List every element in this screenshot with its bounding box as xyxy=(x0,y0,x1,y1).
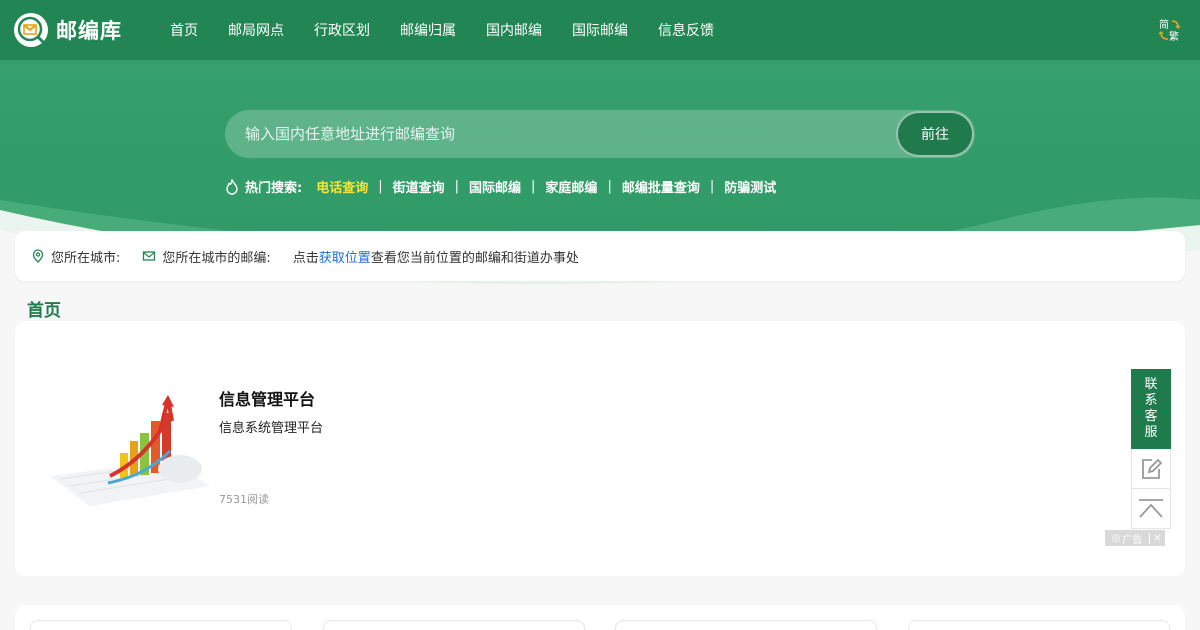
service-char: 系 xyxy=(1144,393,1158,408)
zip-label: 您所在城市的邮编: xyxy=(162,250,271,266)
nav-item-feedback[interactable]: 信息反馈 xyxy=(658,20,714,40)
hot-search-label: 热门搜索: xyxy=(245,181,303,196)
article-card[interactable]: 信息管理平台 信息系统管理平台 7531阅读 ◎ 广告 ✕ xyxy=(15,321,1185,576)
back-to-top-icon xyxy=(1139,498,1163,518)
hot-link-home[interactable]: 家庭邮编 xyxy=(545,177,597,196)
article-thumbnail[interactable] xyxy=(50,391,210,506)
language-toggle-icon[interactable]: 简 繁 xyxy=(1158,18,1182,43)
bar-chart-arrow-image xyxy=(50,395,210,506)
bottom-card[interactable] xyxy=(323,620,585,630)
hot-link-phone[interactable]: 电话查询 xyxy=(316,177,368,196)
ad-label-text: 广告 xyxy=(1122,534,1143,546)
ad-close-icon[interactable]: ✕ xyxy=(1149,532,1165,544)
back-to-top-button[interactable] xyxy=(1131,489,1171,529)
logo[interactable]: 邮编库 xyxy=(14,13,122,47)
city-label: 您所在城市: xyxy=(51,250,121,266)
logo-envelope-icon xyxy=(14,13,48,47)
main-nav: 首页 邮局网点 行政区划 邮编归属 国内邮编 国际邮编 信息反馈 xyxy=(170,0,744,60)
nav-item-zip-ownership[interactable]: 邮编归属 xyxy=(400,20,456,40)
separator: | xyxy=(378,179,383,194)
service-char: 客 xyxy=(1144,409,1158,424)
ad-label-icon: ◎ xyxy=(1111,532,1121,544)
edit-icon xyxy=(1142,458,1163,479)
separator: | xyxy=(607,179,612,194)
svg-text:繁: 繁 xyxy=(1169,30,1179,42)
separator: | xyxy=(454,179,460,194)
search-box: 前往 xyxy=(225,110,975,158)
location-prompt: 点击 获取位置 查看您当前位置的邮编和街道办事处 xyxy=(293,247,579,266)
location-pin-icon xyxy=(32,249,44,263)
service-char: 联 xyxy=(1144,377,1158,392)
article-read-count: 7531阅读 xyxy=(219,493,269,506)
article-title[interactable]: 信息管理平台 xyxy=(219,386,315,410)
ad-badge: ◎ 广告 ✕ xyxy=(1105,530,1165,546)
search-go-button[interactable]: 前往 xyxy=(896,111,974,157)
nav-item-international-zip[interactable]: 国际邮编 xyxy=(572,20,628,40)
nav-item-home[interactable]: 首页 xyxy=(170,20,198,40)
separator: | xyxy=(531,179,536,194)
bottom-card[interactable] xyxy=(30,620,292,630)
service-char: 服 xyxy=(1144,425,1158,440)
section-title: 首页 xyxy=(27,301,61,321)
separator: | xyxy=(709,179,715,194)
hot-link-street[interactable]: 街道查询 xyxy=(393,177,445,196)
city-group: 您所在城市: xyxy=(31,247,120,266)
top-navbar: 邮编库 首页 邮局网点 行政区划 邮编归属 国内邮编 国际邮编 信息反馈 简 繁 xyxy=(0,0,1200,60)
logo-text: 邮编库 xyxy=(56,19,122,43)
location-bar: 您所在城市: 您所在城市的邮编: 点击 获取位置 查看您当前位置的邮编和街道办事处 xyxy=(15,231,1185,281)
hot-searches: 热门搜索: 电话查询 | 街道查询 | 国际邮编 | 家庭邮编 | 邮编批量查询… xyxy=(225,177,776,196)
prompt-suffix: 查看您当前位置的邮编和街道办事处 xyxy=(370,250,579,266)
zip-group: 您所在城市的邮编: xyxy=(142,247,271,266)
nav-item-admin-division[interactable]: 行政区划 xyxy=(314,20,370,40)
get-location-link[interactable]: 获取位置 xyxy=(319,247,371,266)
side-toolbar: 联 系 客 服 xyxy=(1131,369,1171,529)
mail-icon xyxy=(143,251,156,261)
ad-label: ◎ 广告 xyxy=(1105,531,1149,546)
feedback-edit-button[interactable] xyxy=(1131,449,1171,489)
nav-item-domestic-zip[interactable]: 国内邮编 xyxy=(486,20,542,40)
hot-link-international[interactable]: 国际邮编 xyxy=(469,177,521,196)
nav-item-post-offices[interactable]: 邮局网点 xyxy=(228,20,284,40)
prompt-prefix: 点击 xyxy=(292,250,319,266)
search-input[interactable] xyxy=(245,110,885,158)
article-description: 信息系统管理平台 xyxy=(219,421,324,436)
fire-icon xyxy=(226,178,238,195)
bottom-card[interactable] xyxy=(908,620,1170,630)
bottom-card[interactable] xyxy=(615,620,877,630)
hot-link-fraud-test[interactable]: 防骗测试 xyxy=(724,177,776,196)
hot-link-batch[interactable]: 邮编批量查询 xyxy=(622,177,700,196)
svg-text:简: 简 xyxy=(1159,18,1169,31)
contact-service-button[interactable]: 联 系 客 服 xyxy=(1131,369,1171,449)
